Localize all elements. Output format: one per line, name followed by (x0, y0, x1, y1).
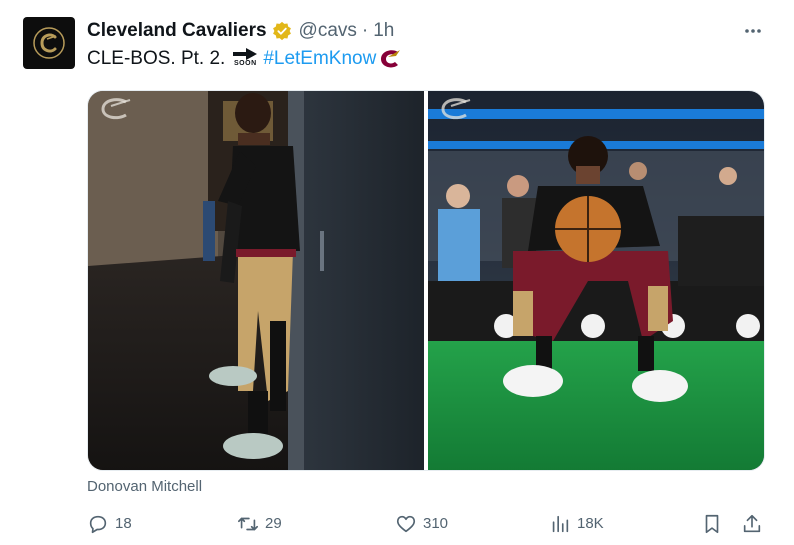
soon-arrow-emoji-icon: SOON (233, 48, 258, 68)
views-count: 18K (577, 515, 604, 532)
tweet-card: Cleveland Cavaliers @cavs · 1h CLE-BOS. … (0, 0, 794, 545)
header-separator: · (361, 20, 369, 41)
cavs-c-logo-icon (33, 27, 65, 59)
hashtag-link[interactable]: #LetEmKnow (263, 48, 376, 70)
cavs-watermark-icon-2 (438, 97, 472, 121)
share-button[interactable] (741, 513, 769, 535)
views-button[interactable]: 18K (549, 513, 604, 535)
author-name[interactable]: Cleveland Cavaliers (87, 20, 267, 42)
heart-icon (396, 515, 416, 533)
more-options-button[interactable] (740, 18, 766, 44)
photo-courtside[interactable] (428, 91, 764, 470)
verified-badge-icon[interactable] (272, 21, 292, 41)
views-chart-icon (552, 515, 569, 533)
tweet-text-prefix: CLE-BOS. Pt. 2. (87, 48, 226, 69)
bookmark-button[interactable] (701, 513, 729, 535)
author-handle[interactable]: @cavs (299, 20, 357, 42)
action-bar: 18 29 310 18K (87, 513, 767, 541)
cavs-watermark-icon (98, 97, 132, 121)
repost-count: 29 (265, 515, 282, 532)
media-caption: Donovan Mitchell (87, 478, 203, 495)
bookmark-icon (705, 514, 719, 534)
reply-icon (89, 515, 107, 534)
share-icon (743, 514, 761, 533)
tweet-timestamp[interactable]: 1h (373, 20, 394, 42)
reply-button[interactable]: 18 (87, 513, 132, 535)
profile-avatar[interactable] (23, 17, 75, 69)
more-horizontal-icon (745, 29, 761, 33)
media-grid (87, 90, 765, 471)
tweet-text: CLE-BOS. Pt. 2. SOON #LetEmKnow (87, 48, 402, 70)
cavs-hashtag-logo-icon (378, 48, 402, 70)
like-button[interactable]: 310 (395, 513, 448, 535)
repost-icon (238, 517, 258, 531)
tweet-header: Cleveland Cavaliers @cavs · 1h (87, 20, 394, 42)
soon-label: SOON (234, 60, 257, 67)
reply-count: 18 (115, 515, 132, 532)
like-count: 310 (423, 515, 449, 532)
photo-tunnel[interactable] (88, 91, 424, 470)
repost-button[interactable]: 29 (237, 513, 282, 535)
